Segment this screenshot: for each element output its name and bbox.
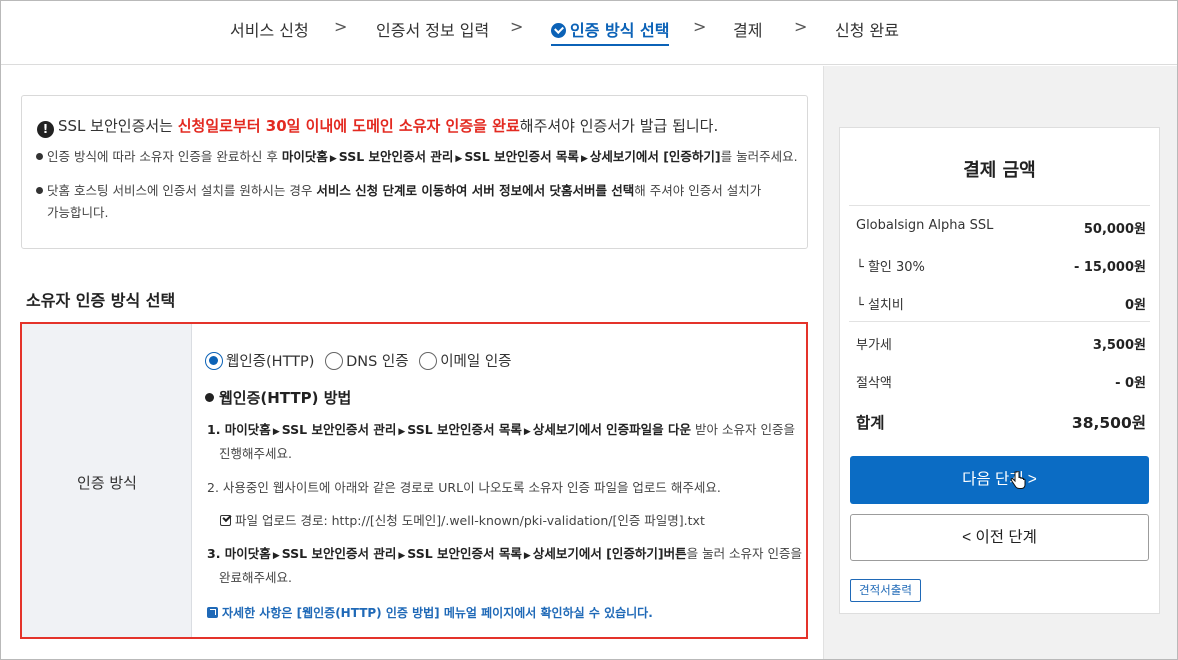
auth-method-radio-group: 웹인증(HTTP) DNS 인증 이메일 인증 [205, 350, 518, 371]
triangle-right-icon: ▶ [272, 427, 280, 437]
method-heading: 웹인증(HTTP) 방법 [205, 387, 351, 408]
step-chevron-icon: > [334, 17, 348, 36]
radio-icon[interactable] [419, 352, 438, 370]
step-auth-method: 인증 방식 선택 [551, 17, 670, 46]
divider [849, 321, 1150, 322]
triangle-right-icon: ▶ [523, 427, 531, 437]
price-row-vat: 부가세 3,500원 [856, 338, 1146, 353]
method-step-1: 1. 마이닷홈 ▶ SSL 보안인증서 관리 ▶ SSL 보안인증서 목록 ▶ 상세보기에서… [207, 422, 795, 437]
radio-email[interactable]: 이메일 인증 [419, 352, 512, 370]
exclamation-icon: ! [37, 121, 54, 138]
step-service-apply: 서비스 신청 [230, 21, 309, 40]
notice-line-2-cont: 가능합니다. [47, 205, 109, 220]
payment-title: 결제 금액 [963, 160, 1036, 181]
step-cert-info: 인증서 정보 입력 [376, 21, 490, 40]
triangle-right-icon: ▶ [272, 551, 280, 561]
price-row-rounding: 절삭액 - 0원 [856, 376, 1146, 391]
price-row-product: Globalsign Alpha SSL 50,000원 [856, 218, 1146, 237]
next-step-button[interactable]: 다음 단계 > [850, 456, 1149, 504]
manual-page-link[interactable]: 자세한 사항은 [웹인증(HTTP) 인증 방법] 메뉴얼 페이지에서 확인하실… [207, 604, 653, 621]
method-label: 인증 방식 [77, 474, 137, 492]
method-step-3: 3. 마이닷홈 ▶ SSL 보안인증서 관리 ▶ SSL 보안인증서 목록 ▶ 상세보기에서… [207, 546, 803, 561]
bullet-icon [205, 393, 214, 402]
step-payment: 결제 [733, 21, 763, 40]
step-indicator: 서비스 신청 > 인증서 정보 입력 > 인증 방식 선택 > 결제 > 신청 … [1, 1, 1177, 65]
section-title: 소유자 인증 방식 선택 [26, 291, 176, 310]
print-quote-button[interactable]: 견적서출력 [850, 579, 921, 602]
method-step-1-cont: 진행해주세요. [219, 446, 292, 461]
step-chevron-icon: > [794, 17, 808, 36]
radio-icon[interactable] [325, 352, 344, 370]
price-row-total: 합계 38,500원 [856, 414, 1146, 432]
price-row-install: └ 설치비 0원 [856, 298, 1146, 313]
radio-checked-icon[interactable] [205, 352, 223, 370]
triangle-right-icon: ▶ [455, 154, 463, 164]
triangle-right-icon: ▶ [329, 154, 337, 164]
triangle-right-icon: ▶ [523, 551, 531, 561]
prev-step-button[interactable]: < 이전 단계 [850, 514, 1149, 561]
triangle-right-icon: ▶ [398, 427, 406, 437]
external-link-icon [207, 607, 218, 618]
step-auth-method-label: 인증 방식 선택 [570, 21, 670, 40]
triangle-right-icon: ▶ [398, 551, 406, 561]
notice-main-text: ! SSL 보안인증서는 신청일로부터 30일 이내에 도메인 소유자 인증을 완… [37, 115, 718, 138]
auth-method-table: 인증 방식 웹인증(HTTP) DNS 인증 이메일 인증 웹인증(HTTP) … [20, 322, 808, 639]
step-chevron-icon: > [693, 17, 707, 36]
divider [849, 205, 1150, 206]
method-label-cell: 인증 방식 [22, 324, 192, 637]
radio-dns[interactable]: DNS 인증 [325, 352, 409, 370]
checkbox-checked-icon [220, 515, 231, 526]
step-complete: 신청 완료 [835, 21, 899, 40]
payment-summary-card: 결제 금액 Globalsign Alpha SSL 50,000원 └ 할인 3… [839, 127, 1160, 614]
bullet-icon [36, 153, 43, 160]
check-circle-icon [551, 23, 566, 38]
upload-path: 파일 업로드 경로: http://[신청 도메인]/.well-known/p… [220, 510, 705, 529]
price-row-discount: └ 할인 30% - 15,000원 [856, 260, 1146, 275]
triangle-right-icon: ▶ [580, 154, 588, 164]
method-step-2: 2. 사용중인 웹사이트에 아래와 같은 경로로 URL이 나오도록 소유자 인… [207, 480, 721, 495]
hand-cursor-icon [1010, 471, 1026, 489]
notice-box: ! SSL 보안인증서는 신청일로부터 30일 이내에 도메인 소유자 인증을 완… [21, 95, 808, 249]
radio-web-http[interactable]: 웹인증(HTTP) [205, 352, 314, 370]
notice-line-2: 닷홈 호스팅 서비스에 인증서 설치를 원하시는 경우 서비스 신청 단계로 이… [36, 180, 761, 202]
bullet-icon [36, 187, 43, 194]
step-chevron-icon: > [510, 17, 524, 36]
notice-line-1: 인증 방식에 따라 소유자 인증을 완료하신 후 마이닷홈 ▶ SSL 보안인증서 … [36, 146, 798, 170]
method-step-3-cont: 완료해주세요. [219, 570, 292, 585]
notice-highlight: 신청일로부터 30일 이내에 도메인 소유자 인증을 완료 [177, 117, 520, 135]
